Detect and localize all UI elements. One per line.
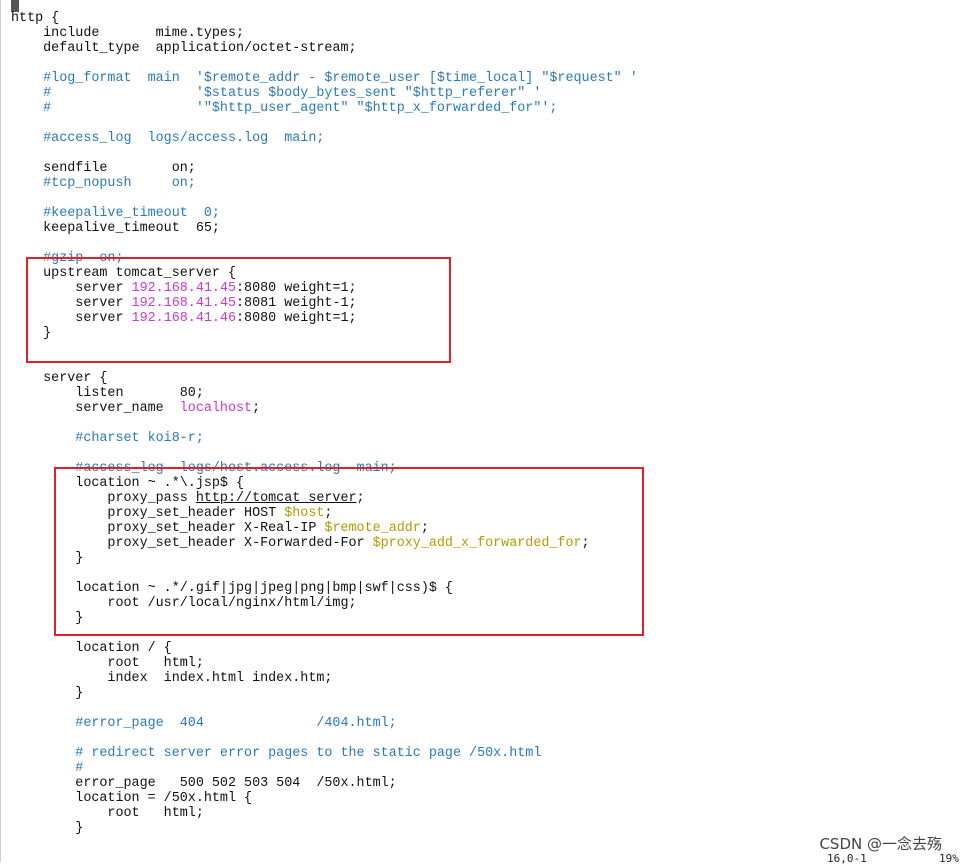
code-token: keepalive_timeout 65; xyxy=(11,221,220,236)
code-line: error_page 500 502 503 504 /50x.html; xyxy=(11,776,638,791)
code-token: index index.html index.htm; xyxy=(11,671,333,686)
code-token: http { xyxy=(11,11,60,26)
code-token: #keepalive_timeout 0; xyxy=(11,206,220,221)
code-token: include mime.types; xyxy=(11,26,245,41)
code-token: location / { xyxy=(11,641,172,656)
code-token: listen 80; xyxy=(11,386,204,401)
code-line: listen 80; xyxy=(11,386,638,401)
code-token: # xyxy=(11,761,84,776)
code-token: root html; xyxy=(11,806,204,821)
code-line: } xyxy=(11,821,638,836)
code-line: #charset koi8-r; xyxy=(11,431,638,446)
code-line: server_name localhost; xyxy=(11,401,638,416)
code-token: localhost xyxy=(179,401,253,416)
code-token: # redirect server error pages to the sta… xyxy=(11,746,542,761)
nginx-config-text[interactable]: http { include mime.types; default_type … xyxy=(11,11,638,836)
code-line: # '$status $body_bytes_sent "$http_refer… xyxy=(11,86,638,101)
code-line: #log_format main '$remote_addr - $remote… xyxy=(11,71,638,86)
code-token: #log_format main '$remote_addr - $remote… xyxy=(11,71,638,86)
code-line: http { xyxy=(11,11,638,26)
code-line: location / { xyxy=(11,641,638,656)
code-token: error_page 500 502 503 504 /50x.html; xyxy=(11,776,397,791)
code-token: #charset koi8-r; xyxy=(11,431,204,446)
code-token: root html; xyxy=(11,656,204,671)
code-token: # '"$http_user_agent" "$http_x_forwarded… xyxy=(11,101,558,116)
code-line: root html; xyxy=(11,806,638,821)
code-token: } xyxy=(11,821,84,836)
terminal-window[interactable]: http { include mime.types; default_type … xyxy=(0,0,960,865)
highlight-box-locations xyxy=(54,467,644,636)
code-line: } xyxy=(11,686,638,701)
code-line: # xyxy=(11,761,638,776)
csdn-watermark: CSDN @一念去殇 xyxy=(819,833,942,854)
code-line: default_type application/octet-stream; xyxy=(11,41,638,56)
code-line: #error_page 404 /404.html; xyxy=(11,716,638,731)
code-token: #access_log logs/access.log main; xyxy=(11,131,325,146)
code-line: # redirect server error pages to the sta… xyxy=(11,746,638,761)
code-token: ; xyxy=(252,401,261,416)
code-token: server_name xyxy=(11,401,180,416)
code-token: location = /50x.html { xyxy=(11,791,253,806)
code-line: #tcp_nopush on; xyxy=(11,176,638,191)
code-line: root html; xyxy=(11,656,638,671)
code-token: sendfile on; xyxy=(11,161,196,176)
code-line: # '"$http_user_agent" "$http_x_forwarded… xyxy=(11,101,638,116)
code-line: #keepalive_timeout 0; xyxy=(11,206,638,221)
code-token: #tcp_nopush on; xyxy=(11,176,196,191)
code-token: # '$status $body_bytes_sent "$http_refer… xyxy=(11,86,542,101)
code-line: location = /50x.html { xyxy=(11,791,638,806)
code-line: keepalive_timeout 65; xyxy=(11,221,638,236)
code-token: } xyxy=(11,686,84,701)
code-token: default_type application/octet-stream; xyxy=(11,41,357,56)
highlight-box-upstream xyxy=(26,257,451,363)
code-line: include mime.types; xyxy=(11,26,638,41)
cursor-position: 16,0-1 xyxy=(827,852,867,865)
scroll-percent: 19% xyxy=(939,852,959,865)
code-line: sendfile on; xyxy=(11,161,638,176)
code-token: server { xyxy=(11,371,108,386)
code-line: #access_log logs/access.log main; xyxy=(11,131,638,146)
code-line: index index.html index.htm; xyxy=(11,671,638,686)
code-token: #error_page 404 /404.html; xyxy=(11,716,397,731)
code-line: server { xyxy=(11,371,638,386)
